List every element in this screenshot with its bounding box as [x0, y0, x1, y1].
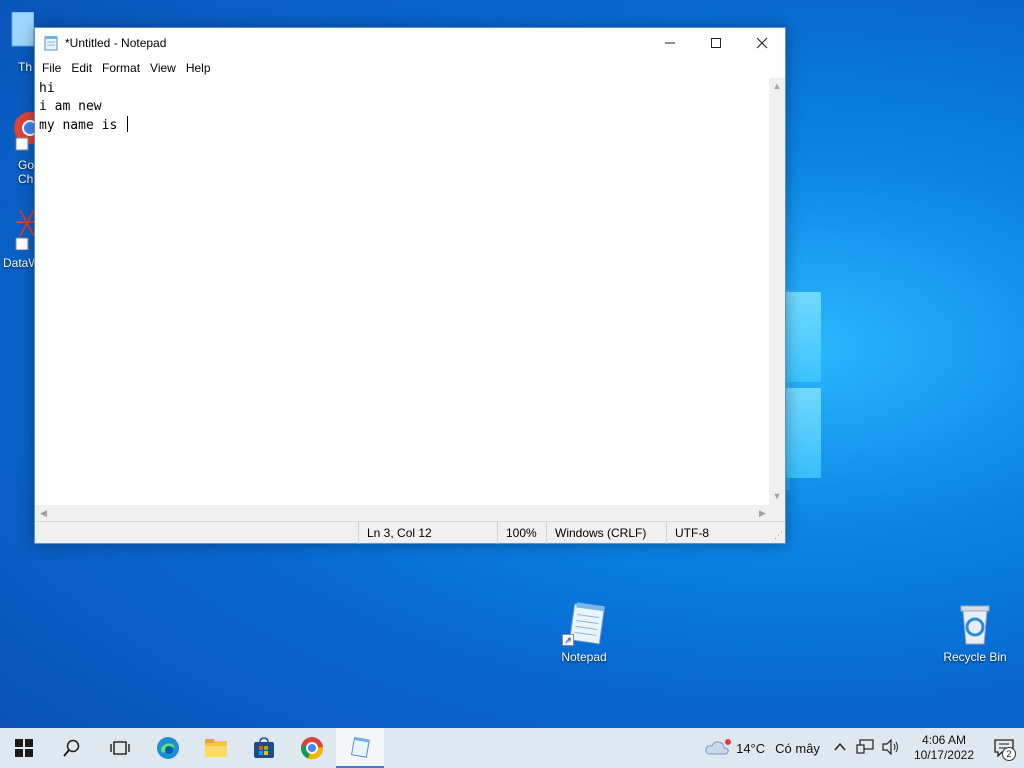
cloud-icon — [705, 739, 732, 755]
status-line-ending: Windows (CRLF) — [546, 522, 646, 544]
task-view-button[interactable] — [96, 728, 144, 768]
menu-help[interactable]: Help — [181, 61, 216, 75]
text-caret — [127, 116, 129, 132]
show-hidden-icons-button[interactable] — [828, 740, 852, 756]
desktop-icon-notepad[interactable]: ↗ Notepad — [549, 602, 619, 664]
clock-date: 10/17/2022 — [913, 748, 974, 762]
resize-grip-icon[interactable]: ⋰ — [774, 530, 783, 541]
computer-icon — [11, 11, 35, 47]
folder-icon — [205, 739, 227, 757]
start-button[interactable] — [0, 728, 48, 768]
desktop-icon-recycle-bin[interactable]: Recycle Bin — [940, 602, 1010, 664]
task-view-icon — [110, 741, 130, 755]
notification-center-button[interactable]: 2 — [984, 728, 1024, 768]
editor-line-current: my name is — [39, 116, 767, 135]
store-icon — [254, 737, 274, 758]
shortcut-arrow-icon: ↗ — [562, 634, 574, 646]
desktop-icon-label: Go — [18, 158, 35, 172]
taskbar-file-explorer[interactable] — [192, 728, 240, 768]
close-icon — [756, 37, 768, 49]
taskbar: 14°C Có mây 4:06 AM 10/17/2022 2 — [0, 728, 1024, 768]
weather-widget[interactable]: 14°C Có mây — [696, 738, 828, 758]
minimize-icon — [665, 42, 675, 44]
minimize-button[interactable] — [647, 28, 693, 58]
network-button[interactable] — [852, 738, 878, 758]
windows-logo-icon — [15, 739, 33, 757]
volume-icon — [882, 738, 898, 755]
notepad-icon: ↗ — [562, 602, 606, 646]
system-tray: 14°C Có mây 4:06 AM 10/17/2022 2 — [696, 728, 1024, 768]
status-zoom: 100% — [497, 522, 537, 544]
clock-time: 4:06 AM — [921, 733, 966, 747]
scrollbar-corner — [769, 505, 785, 521]
taskbar-notepad[interactable] — [336, 728, 384, 768]
maximize-icon — [711, 38, 721, 48]
scroll-up-icon[interactable]: ▲ — [769, 78, 785, 95]
window-title: *Untitled - Notepad — [65, 36, 167, 50]
weather-temp: 14°C — [736, 740, 766, 756]
text-editor[interactable]: hi i am new my name is — [35, 78, 771, 505]
taskbar-store[interactable] — [240, 728, 288, 768]
maximize-button[interactable] — [693, 28, 739, 58]
desktop-icon-label: Th — [18, 60, 33, 74]
taskbar-edge[interactable] — [144, 728, 192, 768]
close-button[interactable] — [739, 28, 785, 58]
taskbar-chrome[interactable] — [288, 728, 336, 768]
desktop-icon-this-pc[interactable]: Th — [0, 11, 36, 74]
recycle-bin-icon — [953, 602, 997, 646]
wallpaper-logo-pane — [786, 292, 821, 382]
datawrapper-icon — [15, 209, 36, 251]
chrome-icon — [301, 737, 324, 760]
status-position: Ln 3, Col 12 — [358, 522, 432, 544]
editor-line-text: my name is — [39, 118, 126, 133]
notepad-app-icon — [44, 36, 58, 51]
edge-icon — [157, 737, 179, 759]
scroll-down-icon[interactable]: ▼ — [769, 488, 785, 505]
status-bar: Ln 3, Col 12 100% Windows (CRLF) UTF-8 ⋰ — [35, 521, 785, 544]
desktop-icon-label: Notepad — [561, 650, 607, 664]
desktop-icon-datawrapper[interactable]: DataW — [0, 206, 40, 270]
menu-file[interactable]: File — [37, 61, 66, 75]
clock[interactable]: 4:06 AM 10/17/2022 — [904, 733, 984, 763]
vertical-scrollbar[interactable]: ▲ ▼ — [769, 78, 785, 505]
editor-line: i am new — [39, 99, 102, 114]
chrome-icon — [14, 112, 46, 151]
menu-edit[interactable]: Edit — [66, 61, 97, 75]
weather-condition: Có mây — [775, 740, 820, 756]
editor-line: hi — [39, 81, 55, 96]
menu-format[interactable]: Format — [97, 61, 145, 75]
title-bar[interactable]: *Untitled - Notepad — [35, 28, 785, 58]
scroll-left-icon[interactable]: ◀ — [35, 505, 52, 521]
menu-view[interactable]: View — [145, 61, 181, 75]
notification-count-badge: 2 — [1002, 747, 1016, 761]
search-icon — [63, 739, 80, 757]
menu-bar: File Edit Format View Help — [35, 58, 785, 78]
status-encoding: UTF-8 — [666, 522, 709, 544]
search-button[interactable] — [48, 728, 96, 768]
network-icon — [856, 738, 874, 754]
horizontal-scrollbar[interactable]: ◀ ▶ — [35, 505, 771, 521]
notepad-icon — [350, 736, 370, 758]
desktop-icon-google-chrome[interactable]: Go Ch — [0, 108, 46, 186]
desktop-icon-label: Recycle Bin — [943, 650, 1007, 664]
volume-button[interactable] — [878, 738, 904, 758]
desktop-icon-label: Ch — [18, 172, 34, 186]
notepad-window[interactable]: *Untitled - Notepad File Edit Format Vie… — [34, 27, 786, 544]
wallpaper-logo-pane — [786, 388, 821, 478]
chevron-up-icon — [834, 742, 846, 751]
